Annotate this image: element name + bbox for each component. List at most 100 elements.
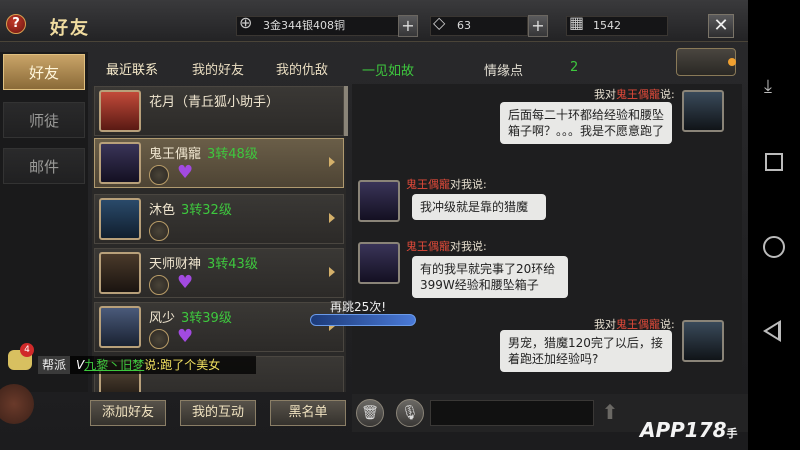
yinyang-icon — [149, 275, 169, 295]
add-diamond-button[interactable]: + — [528, 15, 548, 37]
add-currency-button[interactable]: + — [398, 15, 418, 37]
top-bar: ? 好友 ⊕ 3金344银408铜 + ◇ 63 + ▦ 1542 ✕ — [0, 0, 748, 42]
side-tab-mentor[interactable]: 师徒 — [3, 102, 85, 138]
page-title: 好友 — [50, 18, 90, 39]
chevron-right-icon — [329, 267, 335, 277]
speaker-name: 鬼王偶寵 — [406, 240, 450, 253]
android-nav-bar — [748, 0, 800, 450]
diamond-value: 63 — [457, 19, 471, 32]
friend-row[interactable]: 风少 3转39级 ♥ — [94, 302, 344, 352]
key-icon[interactable] — [676, 48, 736, 76]
hide-nav-icon[interactable]: ⤓ — [764, 76, 772, 97]
rejump-progress-bar — [310, 314, 416, 326]
shop-icon: ▦ — [569, 13, 585, 32]
friend-level: 3转39级 — [181, 311, 232, 326]
world-chat-line[interactable]: 帮派 V九黎丶旧梦说:跑了个美女 — [38, 356, 256, 374]
tab-recent-contacts[interactable]: 最近联系 — [88, 58, 176, 86]
yinyang-icon — [149, 329, 169, 349]
chat-messages[interactable]: 我对鬼王偶寵说: 后面每二十环都给经验和腰坠箱子啊？。。。我是不愿意跑了 鬼王偶… — [352, 84, 742, 394]
friend-tabs: 最近联系 我的好友 我的仇敌 — [88, 58, 350, 86]
diamond-display: ◇ 63 — [430, 13, 528, 36]
avatar — [682, 90, 724, 132]
side-tab-mail[interactable]: 邮件 — [3, 148, 85, 184]
avatar — [99, 252, 141, 294]
message-speaker: 我对鬼王偶寵说: — [594, 86, 675, 102]
message-bubble: 我冲级就是靠的猎魔 — [412, 194, 546, 220]
close-button[interactable]: ✕ — [708, 14, 734, 38]
diamond-icon: ◇ — [433, 13, 446, 32]
friend-row[interactable]: 鬼王偶寵 3转48级 ♥ — [94, 138, 344, 188]
friend-name: 花月（青丘狐小助手） — [149, 91, 279, 110]
unread-badge: 4 — [20, 343, 34, 357]
friend-level: 3转32级 — [181, 203, 232, 218]
message-speaker: 鬼王偶寵对我说: — [406, 176, 487, 192]
friend-name-text: 天师财神 — [149, 257, 202, 272]
speaker-name: 鬼王偶寵 — [616, 88, 660, 101]
friend-name-text: 沐色 — [149, 203, 176, 218]
avatar — [99, 90, 141, 132]
blacklist-button[interactable]: 黑名单 — [270, 400, 346, 426]
speaker-suffix: 说: — [660, 88, 675, 101]
game-window: ? 好友 ⊕ 3金344银408铜 + ◇ 63 + ▦ 1542 ✕ 好友 师… — [0, 0, 748, 450]
currency-display: ⊕ 3金344银408铜 — [236, 13, 400, 36]
help-button[interactable]: ? — [6, 14, 26, 34]
chat-target-name: 一见如故 — [362, 64, 415, 79]
friend-row[interactable]: 沐色 3转32级 — [94, 194, 344, 244]
my-interaction-button[interactable]: 我的互动 — [180, 400, 256, 426]
friend-list[interactable]: 花月（青丘狐小助手） 鬼王偶寵 3转48级 ♥ 沐色 3转32级 天师财神 3转43级 — [92, 86, 346, 392]
message-bubble: 男宠，猎魔120完了以后，接着跑还加经验吗? — [500, 330, 672, 372]
world-chat-text: 说:跑了个美女 — [144, 358, 221, 372]
heart-icon: ♥ — [177, 326, 194, 347]
friend-row[interactable]: 天师财神 3转43级 ♥ — [94, 248, 344, 298]
world-chat-sender[interactable]: 九黎丶旧梦 — [84, 358, 144, 372]
chevron-right-icon — [329, 157, 335, 167]
friend-name: 鬼王偶寵 3转48级 — [149, 143, 258, 162]
tab-my-enemies[interactable]: 我的仇敌 — [260, 58, 344, 86]
avatar — [99, 198, 141, 240]
back-icon-inner — [767, 324, 778, 338]
coupon-value: 1542 — [593, 19, 621, 32]
friend-level: 3转48级 — [207, 147, 258, 162]
friend-row[interactable]: 花月（青丘狐小助手） — [94, 86, 344, 136]
microphone-icon[interactable]: 🎙 — [396, 399, 424, 427]
side-tab-friends[interactable]: 好友 — [3, 54, 85, 90]
channel-tag: 帮派 — [38, 356, 71, 374]
friend-list-scrollbar[interactable] — [344, 86, 348, 136]
recents-icon[interactable] — [765, 153, 783, 171]
speaker-prefix: 我对 — [594, 88, 616, 101]
friend-name-text: 花月（青丘狐小助手） — [149, 95, 280, 110]
heart-icon: ♥ — [177, 272, 194, 293]
avatar — [358, 180, 400, 222]
side-tabs: 好友 师徒 邮件 — [0, 52, 88, 392]
message-bubble: 后面每二十环都给经验和腰坠箱子啊？。。。我是不愿意跑了 — [500, 102, 672, 144]
friend-name-text: 鬼王偶寵 — [149, 147, 202, 162]
coupon-display: ▦ 1542 — [566, 13, 668, 36]
avatar — [358, 242, 400, 284]
heart-icon: ♥ — [177, 162, 194, 183]
tab-my-friends[interactable]: 我的好友 — [176, 58, 260, 86]
friend-name: 沐色 3转32级 — [149, 199, 232, 218]
intimacy-label: 情缘点 — [484, 64, 524, 79]
speaker-suffix: 对我说: — [450, 178, 487, 191]
currency-value: 3金344银408铜 — [263, 19, 345, 32]
chat-message-input[interactable] — [430, 400, 594, 426]
speaker-suffix: 对我说: — [450, 240, 487, 253]
menu-orb-icon[interactable] — [0, 384, 34, 424]
trash-icon[interactable]: 🗑 — [356, 399, 384, 427]
vip-badge: V — [76, 358, 85, 372]
yinyang-icon — [149, 221, 169, 241]
yinyang-icon — [149, 165, 169, 185]
coin-icon: ⊕ — [239, 13, 253, 32]
friend-name-text: 风少 — [149, 311, 176, 326]
message-bubble: 有的我早就完事了20环给399W经验和腰坠箱子 — [412, 256, 568, 298]
avatar — [682, 320, 724, 362]
home-icon[interactable] — [763, 236, 785, 258]
rejump-label: 再跳25次! — [330, 300, 387, 314]
add-friend-button[interactable]: 添加好友 — [90, 400, 166, 426]
chevron-right-icon — [329, 213, 335, 223]
avatar — [99, 306, 141, 348]
avatar — [99, 142, 141, 184]
watermark-main: APP178 — [640, 418, 727, 442]
send-button[interactable]: ⬆ — [598, 400, 622, 426]
site-watermark: APP178手游网 — [640, 418, 748, 450]
